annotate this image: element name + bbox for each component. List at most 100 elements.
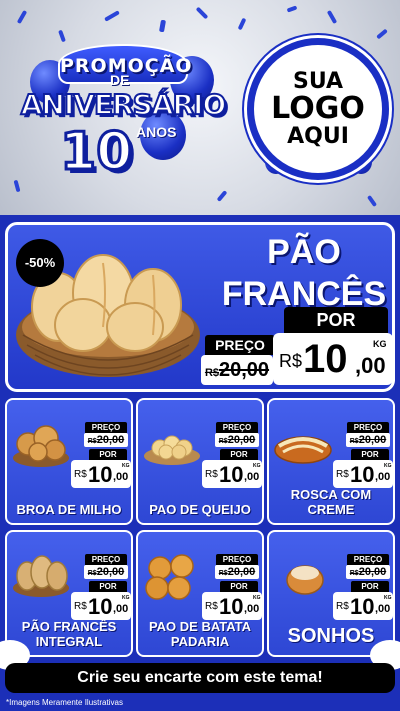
- old-price: R$20,00: [346, 433, 390, 447]
- sonho-image: [286, 565, 324, 595]
- por-label: POR: [351, 581, 389, 592]
- footnote: *Imagens Meramente Ilustrativas: [6, 698, 123, 707]
- preco-label: PREÇO: [216, 554, 258, 565]
- confetti-piece: [104, 10, 120, 22]
- product-name: PAO DE QUEIJO: [149, 502, 251, 517]
- new-price: R$ 10 ,00 KG: [202, 592, 262, 620]
- featured-product-name: PÃO FRANCÊS: [214, 231, 394, 315]
- header-banner: PROMOÇÃO DE ANIVERSÁRIO 10 ANOS SUA LOGO…: [0, 0, 400, 215]
- price-integer: 10: [350, 462, 375, 487]
- product-card-pao-de-queijo[interactable]: PREÇO R$20,00 POR R$ 10 ,00 KG PAO DE QU…: [136, 398, 264, 525]
- price-currency: R$: [205, 601, 218, 612]
- product-card-pao-frances-integral[interactable]: PREÇO R$20,00 POR R$ 10 ,00 KG PÃO FRANC…: [5, 530, 133, 657]
- price-integer: 10: [303, 337, 348, 381]
- old-price-value: 20,00: [219, 359, 270, 381]
- price-unit: KG: [253, 463, 261, 469]
- product-card-sonhos[interactable]: PREÇO R$20,00 POR R$ 10 ,00 KG SONHOS: [267, 530, 395, 657]
- featured-product-card[interactable]: -50% PÃO FRANCÊS POR PREÇO R$20,00 R$ 10…: [5, 222, 395, 392]
- promo-anos: ANOS: [136, 124, 177, 140]
- preco-label: PREÇO: [205, 335, 275, 355]
- price-integer: 10: [350, 594, 375, 619]
- old-price-value: 20,00: [96, 566, 125, 578]
- confetti-piece: [366, 194, 378, 208]
- old-price-currency: R$: [349, 570, 359, 577]
- promo-de: DE: [110, 72, 130, 88]
- rosca-image: [274, 436, 332, 464]
- price-decimal: ,00: [244, 603, 260, 615]
- logo-line3: AQUI: [287, 123, 349, 149]
- featured-name-line1: PÃO: [267, 233, 341, 271]
- old-price-currency: R$: [218, 438, 228, 445]
- price-unit: KG: [384, 595, 392, 601]
- old-price: R$20,00: [84, 565, 128, 579]
- product-name: BROA DE MILHO: [16, 502, 122, 517]
- new-price: R$ 10 ,00 KG: [333, 460, 393, 488]
- price-currency: R$: [336, 601, 349, 612]
- product-name: ROSCA COM CREME: [290, 487, 372, 517]
- price-currency: R$: [74, 601, 87, 612]
- product-card-broa-de-milho[interactable]: PREÇO R$20,00 POR R$ 10 ,00 KG BROA DE M…: [5, 398, 133, 525]
- discount-badge: -50%: [16, 239, 64, 287]
- promo-anniversary: ANIVERSÁRIO: [20, 87, 228, 122]
- logo-line1: SUA: [292, 69, 344, 95]
- pao-de-batata-image: [145, 554, 194, 600]
- price-unit: KG: [122, 595, 130, 601]
- price-currency: R$: [279, 351, 303, 371]
- pao-de-queijo-image: [144, 435, 200, 465]
- product-card-pao-de-batata[interactable]: PREÇO R$20,00 POR R$ 10 ,00 KG PAO DE BA…: [136, 530, 264, 657]
- preco-label: PREÇO: [216, 422, 258, 433]
- price-integer: 10: [219, 594, 244, 619]
- pao-integral-image: [13, 555, 69, 597]
- price-integer: 10: [88, 462, 113, 487]
- old-price-value: 20,00: [227, 566, 256, 578]
- price-unit: KG: [373, 339, 387, 349]
- por-label: POR: [220, 449, 258, 460]
- cta-banner[interactable]: Crie seu encarte com este tema!: [5, 663, 395, 693]
- product-name: PAO DE BATATA PADARIA: [148, 619, 252, 649]
- confetti-piece: [16, 9, 28, 25]
- old-price: R$20,00: [201, 355, 273, 385]
- old-price: R$20,00: [346, 565, 390, 579]
- old-price-currency: R$: [87, 438, 97, 445]
- por-label: POR: [351, 449, 389, 460]
- confetti-piece: [326, 9, 338, 25]
- product-name: SONHOS: [287, 625, 375, 647]
- old-price: R$20,00: [215, 433, 259, 447]
- preco-label: PREÇO: [347, 554, 389, 565]
- price-unit: KG: [384, 463, 392, 469]
- old-price-value: 20,00: [358, 566, 387, 578]
- product-card-rosca-com-creme[interactable]: PREÇO R$20,00 POR R$ 10 ,00 KG ROSCA COM…: [267, 398, 395, 525]
- confetti-piece: [286, 5, 298, 13]
- new-price: R$ 10 ,00 KG: [71, 460, 131, 488]
- old-price-currency: R$: [218, 570, 228, 577]
- new-price: R$ 10 ,00 KG: [273, 333, 393, 385]
- por-label: POR: [220, 581, 258, 592]
- broa-image: [13, 425, 69, 467]
- old-price-value: 20,00: [96, 434, 125, 446]
- new-price: R$ 10 ,00 KG: [71, 592, 131, 620]
- preco-label: PREÇO: [85, 422, 127, 433]
- anniversary-badge: PROMOÇÃO DE ANIVERSÁRIO 10 ANOS: [6, 44, 240, 194]
- price-integer: 10: [219, 462, 244, 487]
- old-price-currency: R$: [204, 367, 219, 379]
- price-decimal: ,00: [355, 353, 386, 378]
- confetti-piece: [195, 6, 209, 20]
- price-decimal: ,00: [113, 471, 129, 483]
- confetti-piece: [376, 28, 388, 40]
- price-currency: R$: [74, 469, 87, 480]
- price-unit: KG: [253, 595, 261, 601]
- price-currency: R$: [205, 469, 218, 480]
- price-decimal: ,00: [113, 603, 129, 615]
- logo-line2: LOGO: [271, 91, 365, 127]
- price-unit: KG: [122, 463, 130, 469]
- old-price-value: 20,00: [358, 434, 387, 446]
- old-price: R$20,00: [215, 565, 259, 579]
- preco-label: PREÇO: [347, 422, 389, 433]
- old-price: R$20,00: [84, 433, 128, 447]
- confetti-piece: [237, 17, 247, 31]
- price-integer: 10: [88, 594, 113, 619]
- por-label: POR: [89, 449, 127, 460]
- old-price-currency: R$: [87, 570, 97, 577]
- new-price: R$ 10 ,00 KG: [333, 592, 393, 620]
- old-price-currency: R$: [349, 438, 359, 445]
